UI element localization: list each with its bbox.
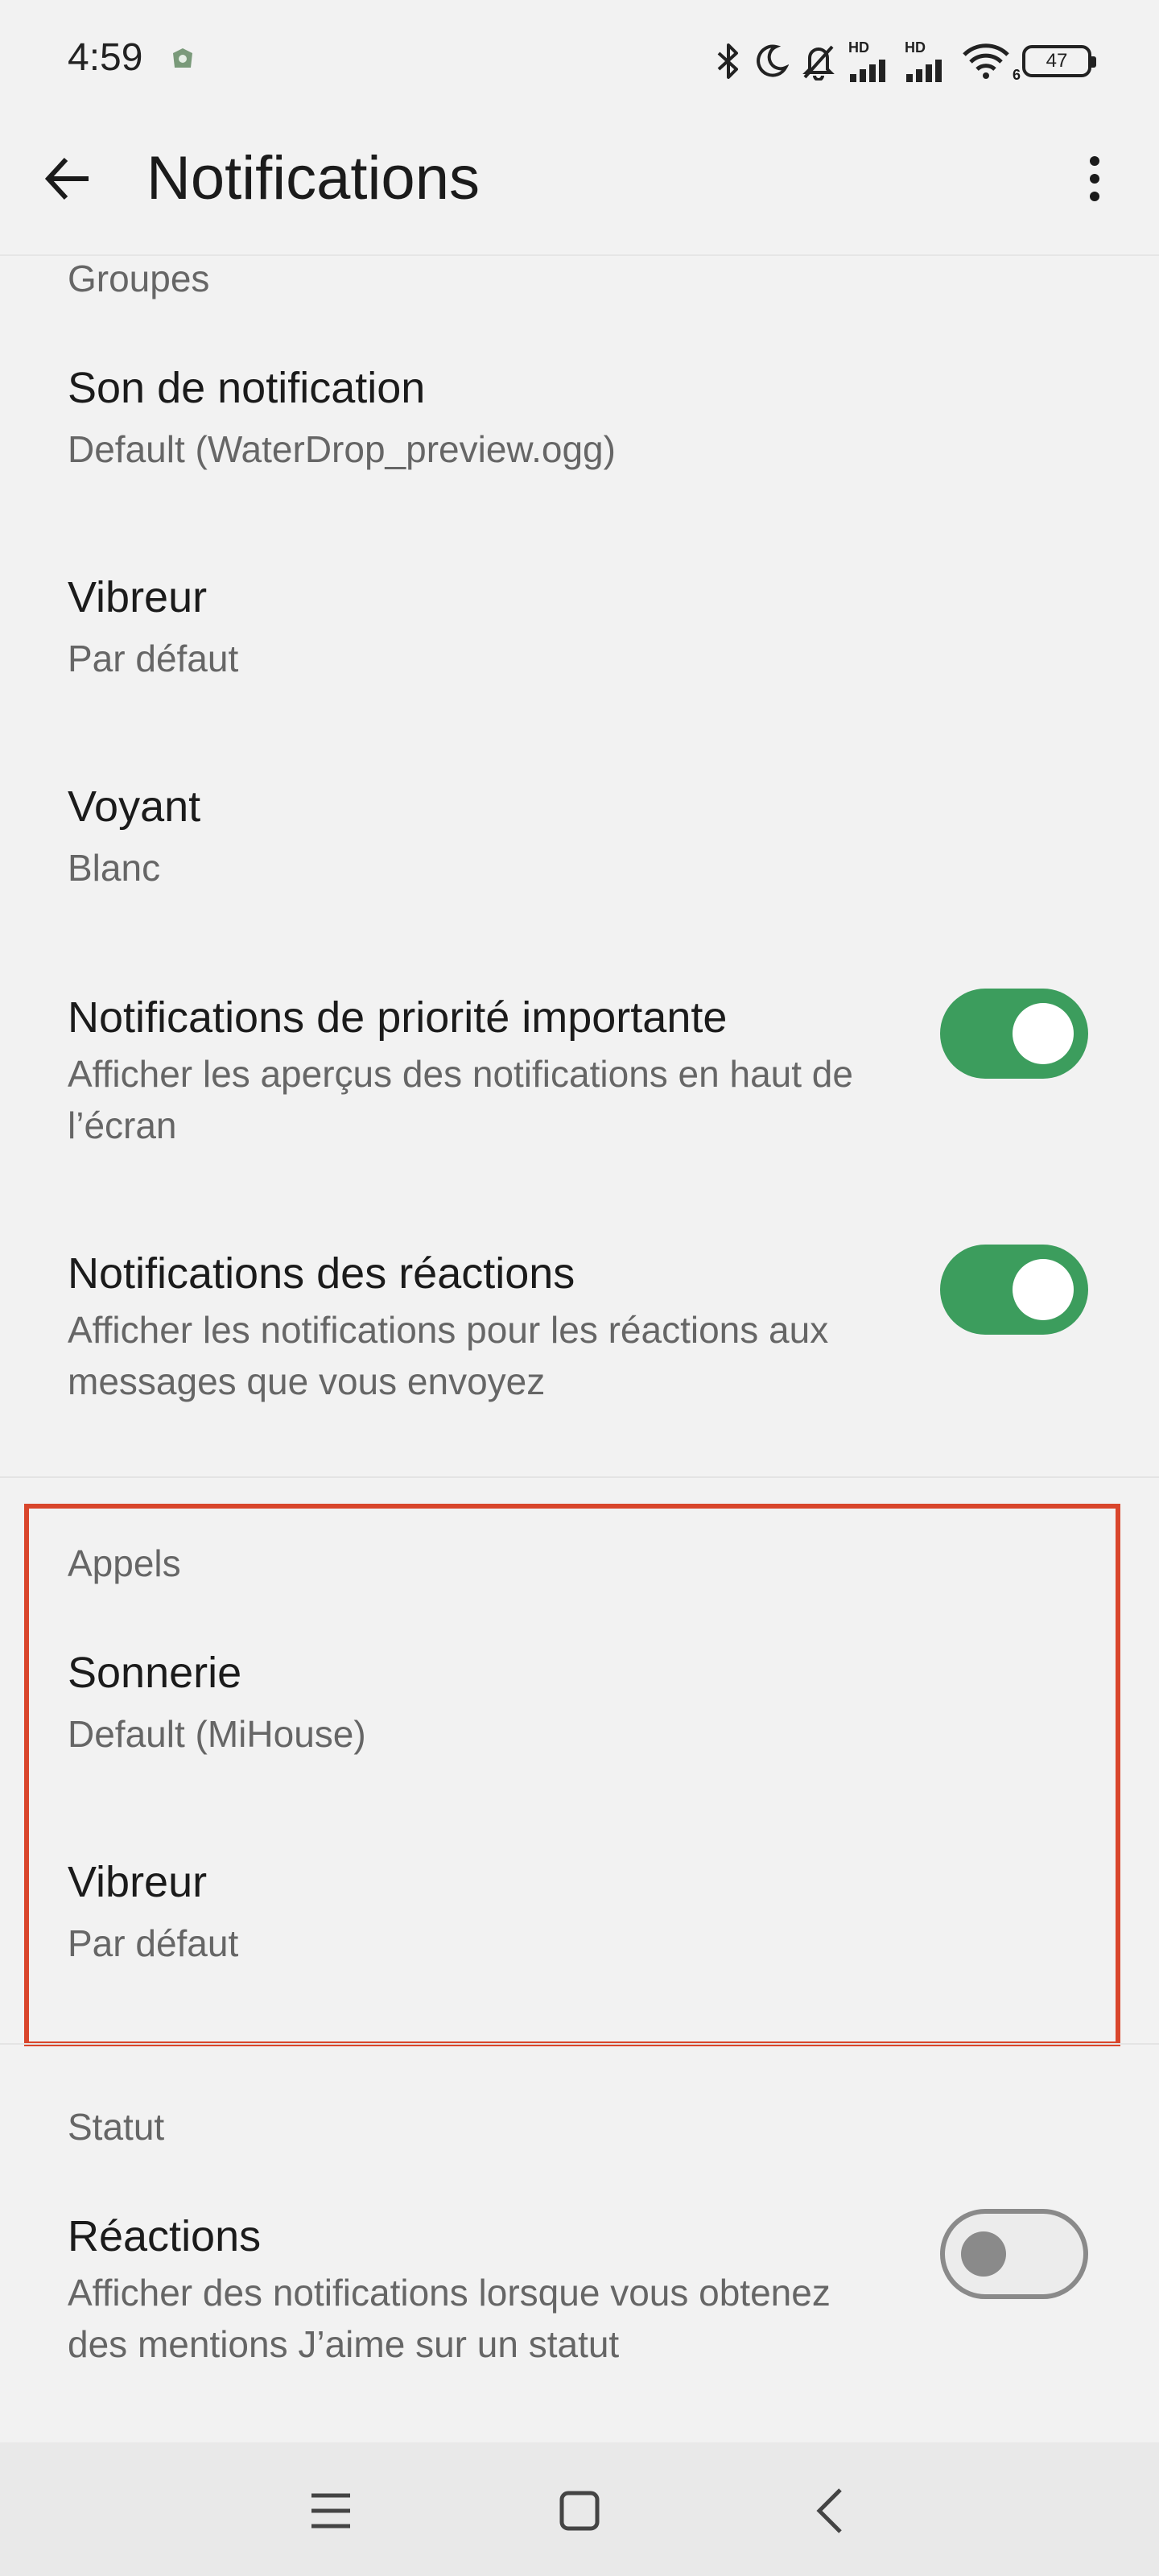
pref-summary: Afficher des notifications lorsque vous … [68,2272,831,2365]
pref-summary: Afficher les aperçus des notifications e… [68,1053,853,1146]
arrow-left-icon [44,157,89,200]
status-icons: HD HD 6 47 [715,39,1096,84]
toggle-knob [961,2231,1006,2277]
more-options-button[interactable] [1070,147,1119,211]
pref-title: Notifications de priorité importante [68,993,728,1042]
battery-icon: 47 [1022,45,1096,77]
pref-title: Réactions [68,2212,262,2260]
reaction-notifications-toggle[interactable] [940,1245,1088,1335]
high-priority-toggle[interactable] [940,989,1088,1079]
pref-summary: Default (WaterDrop_preview.ogg) [68,428,616,470]
highlight-box [24,1504,1120,2046]
back-chevron-icon [816,2488,842,2533]
pref-vibrate[interactable]: Vibreur Par défaut [0,547,1159,733]
page-title: Notifications [146,144,480,213]
section-divider [0,2043,1159,2045]
pref-status-reactions[interactable]: Réactions Afficher des notifications lor… [0,2186,1159,2428]
navigation-bar [0,2442,1159,2576]
app-notification-icon [171,47,195,71]
pref-light[interactable]: Voyant Blanc [0,757,1159,942]
back-button[interactable] [35,147,100,211]
pref-summary: Par défaut [68,638,239,679]
moon-icon [757,44,789,77]
pref-title: Voyant [68,782,201,831]
pref-reaction-notifications[interactable]: Notifications des réactions Afficher les… [0,1222,1159,1463]
pref-notification-sound[interactable]: Son de notification Default (WaterDrop_p… [0,338,1159,523]
pref-title: Notifications des réactions [68,1249,575,1298]
bluetooth-icon [717,43,738,79]
recents-button[interactable] [295,2475,367,2547]
more-vertical-icon [1090,156,1099,201]
status-time: 4:59 [68,36,143,79]
section-divider [0,1476,1159,1478]
status-reactions-toggle[interactable] [940,2209,1088,2299]
home-button[interactable] [543,2475,616,2547]
toggle-knob [1013,1259,1074,1320]
bell-off-icon [802,45,835,80]
menu-icon [311,2493,350,2529]
system-back-button[interactable] [793,2475,865,2547]
section-header-statut: Statut [68,2106,165,2148]
home-square-icon [559,2491,600,2531]
pref-title: Son de notification [68,364,426,412]
toggle-knob [1013,1003,1074,1064]
pref-title: Vibreur [68,573,208,621]
wifi-icon: 6 [961,42,1021,83]
pref-high-priority-notifications[interactable]: Notifications de priorité importante Aff… [0,966,1159,1208]
pref-summary: Blanc [68,847,161,889]
pref-summary: Afficher les notifications pour les réac… [68,1309,829,1402]
signal-hd-icon: HD [848,40,893,82]
signal-hd-icon: HD [905,40,950,82]
section-header-groupes: Groupes [68,258,210,299]
